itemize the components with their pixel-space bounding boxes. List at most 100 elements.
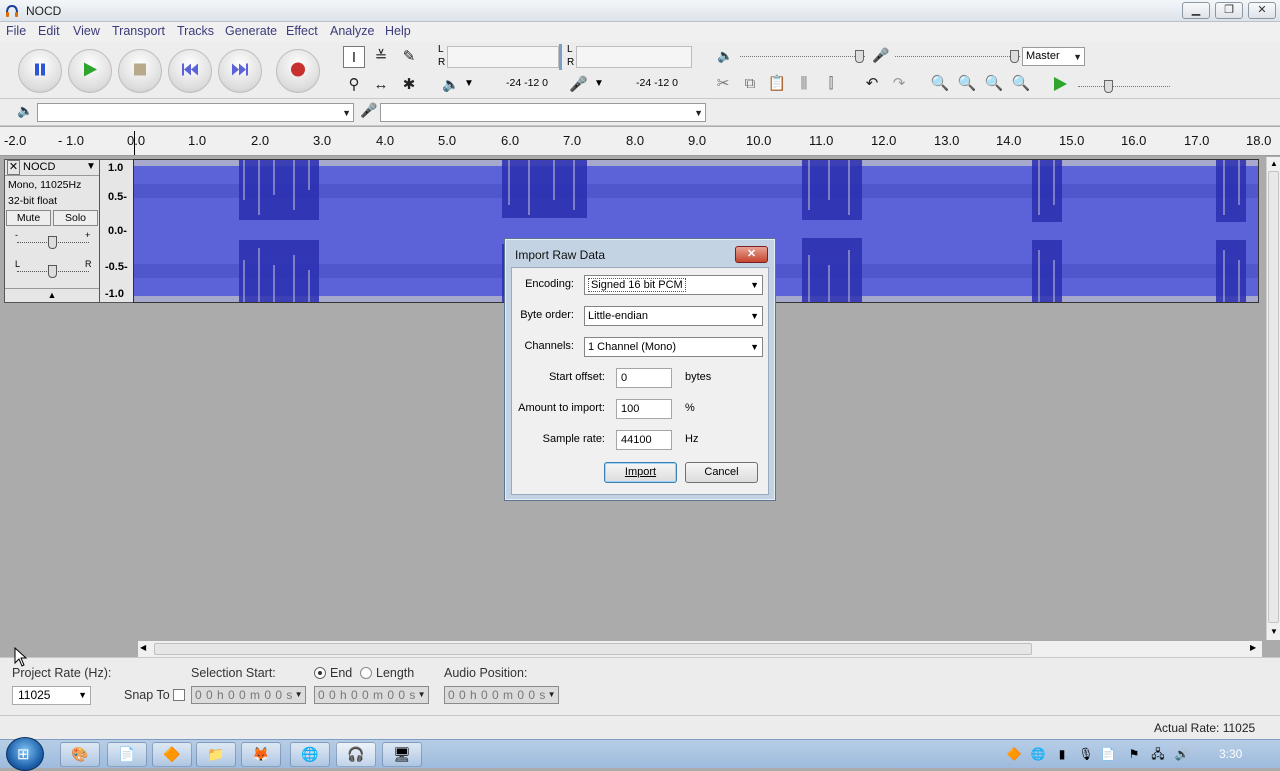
tray-green-icon[interactable]: ▮ (1054, 746, 1070, 762)
restore-button[interactable]: ❐ (1215, 2, 1243, 19)
audio-position-time[interactable]: 0 0 h 0 0 m 0 0 s ▼ (444, 686, 559, 704)
channels-select[interactable]: 1 Channel (Mono) ▼ (584, 337, 763, 357)
zoom-tool-icon[interactable]: ⚲ (343, 74, 365, 96)
horizontal-scrollbar[interactable]: ◀ ▶ (138, 641, 1262, 657)
scroll-right-icon[interactable]: ▶ (1250, 643, 1256, 652)
solo-button[interactable]: Solo (53, 210, 98, 226)
track-collapse-icon[interactable]: ▲ (5, 288, 99, 302)
tray-document-icon[interactable]: 📄 (1100, 746, 1116, 762)
taskbar-notepad[interactable]: 📄 (107, 742, 147, 767)
minimize-button[interactable]: ▁ (1182, 2, 1210, 19)
output-volume-slider[interactable] (740, 56, 865, 58)
input-volume-slider[interactable] (895, 56, 1020, 58)
close-button[interactable]: ✕ (1248, 2, 1276, 19)
play-at-speed-icon[interactable] (1052, 76, 1068, 95)
pan-slider-thumb[interactable] (48, 265, 57, 278)
taskbar-firefox[interactable]: 🦊 (241, 742, 281, 767)
start-button[interactable]: ⊞ (6, 737, 44, 771)
tray-network-globe-icon[interactable]: 🌐 (1030, 746, 1046, 762)
scroll-left-icon[interactable]: ◀ (140, 643, 146, 652)
tray-mic-icon[interactable]: 🎙 (1078, 746, 1094, 762)
menu-effect[interactable]: Effect (286, 24, 318, 38)
microphone-meter-icon[interactable]: 🎤 (569, 75, 588, 93)
skip-to-start-button[interactable] (168, 49, 212, 93)
gain-slider-thumb[interactable] (48, 236, 57, 249)
recording-meter[interactable] (576, 46, 692, 68)
timeline-ruler[interactable]: -2.0 - 1.0 0.0 1.0 2.0 3.0 4.0 5.0 6.0 7… (0, 127, 1280, 156)
menu-generate[interactable]: Generate (225, 24, 277, 38)
draw-tool-icon[interactable]: ✎ (398, 46, 420, 68)
menu-help[interactable]: Help (385, 24, 411, 38)
track-name[interactable]: NOCD (23, 161, 55, 173)
stop-button[interactable] (118, 49, 162, 93)
input-volume-thumb[interactable] (1010, 50, 1019, 63)
cut-icon[interactable]: ✂ (712, 73, 734, 95)
vertical-scroll-thumb[interactable] (1268, 171, 1279, 623)
menu-transport[interactable]: Transport (112, 24, 165, 38)
playback-meter[interactable] (447, 46, 559, 68)
tray-network-icon[interactable]: 🖧 (1150, 746, 1166, 762)
input-device-select[interactable]: ▼ (380, 103, 706, 122)
tray-volume-icon[interactable]: 🔊 (1174, 746, 1190, 762)
taskbar-clock[interactable]: 3:30 (1219, 747, 1242, 761)
taskbar-app-1[interactable]: 🎨 (60, 742, 100, 767)
vertical-scrollbar[interactable]: ▲ ▼ (1266, 157, 1280, 640)
menu-view[interactable]: View (73, 24, 100, 38)
record-meter-dropdown-icon[interactable]: ▼ (594, 78, 604, 89)
taskbar-audacity[interactable]: 🎧 (336, 742, 376, 767)
skip-to-end-button[interactable] (218, 49, 262, 93)
menu-analyze[interactable]: Analyze (330, 24, 374, 38)
cancel-button[interactable]: Cancel (685, 462, 758, 483)
tray-vlc-icon[interactable]: 🔶 (1006, 746, 1022, 762)
tray-flag-icon[interactable]: ⚑ (1126, 746, 1142, 762)
menu-file[interactable]: File (6, 24, 26, 38)
zoom-in-icon[interactable]: 🔍 (929, 73, 951, 95)
speaker-meter-icon[interactable]: 🔈 (442, 76, 459, 93)
sample-rate-input[interactable]: 44100 (616, 430, 672, 450)
start-offset-input[interactable]: 0 (616, 368, 672, 388)
audacity-app-icon[interactable] (4, 3, 20, 19)
time-shift-tool-icon[interactable]: ↔ (370, 74, 392, 96)
menu-tracks[interactable]: Tracks (177, 24, 214, 38)
byte-order-select[interactable]: Little-endian ▼ (584, 306, 763, 326)
scroll-down-icon[interactable]: ▼ (1270, 627, 1278, 636)
import-button[interactable]: Import (604, 462, 677, 483)
encoding-select[interactable]: Signed 16 bit PCM ▼ (584, 275, 763, 295)
length-radio[interactable] (360, 667, 372, 679)
snap-to-checkbox[interactable] (173, 689, 185, 701)
dialog-close-button[interactable]: ✕ (735, 246, 768, 263)
playback-meter-dropdown-icon[interactable]: ▼ (464, 78, 474, 89)
selection-tool-icon[interactable]: I (343, 46, 365, 68)
scroll-up-icon[interactable]: ▲ (1270, 159, 1278, 168)
play-button[interactable] (68, 49, 112, 93)
play-speed-slider[interactable] (1078, 86, 1170, 88)
silence-icon[interactable]: ⫿ (820, 73, 842, 95)
taskbar-vlc[interactable]: 🔶 (152, 742, 192, 767)
taskbar-explorer[interactable]: 📁 (196, 742, 236, 767)
fit-selection-icon[interactable]: 🔍 (983, 73, 1005, 95)
record-button[interactable] (276, 49, 320, 93)
play-speed-thumb[interactable] (1104, 80, 1113, 93)
mixer-device-select[interactable]: Master ▼ (1022, 47, 1085, 66)
zoom-out-icon[interactable]: 🔍 (956, 73, 978, 95)
redo-icon[interactable]: ↷ (888, 73, 910, 95)
copy-icon[interactable]: ⧉ (739, 73, 761, 95)
horizontal-scroll-thumb[interactable] (154, 643, 1032, 655)
trim-icon[interactable]: ⫼ (793, 73, 815, 95)
output-volume-thumb[interactable] (855, 50, 864, 63)
envelope-tool-icon[interactable]: ≚ (370, 46, 392, 68)
pause-button[interactable] (18, 49, 62, 93)
end-radio[interactable] (314, 667, 326, 679)
track-menu-chevron-icon[interactable]: ▼ (86, 161, 96, 172)
taskbar-app-terminal[interactable]: 🖥 (382, 742, 422, 767)
amount-to-import-input[interactable]: 100 (616, 399, 672, 419)
selection-start-time[interactable]: 0 0 h 0 0 m 0 0 s ▼ (191, 686, 306, 704)
project-rate-select[interactable]: 11025 ▼ (12, 686, 91, 705)
menu-edit[interactable]: Edit (38, 24, 60, 38)
track-close-icon[interactable]: ✕ (7, 160, 20, 175)
selection-end-time[interactable]: 0 0 h 0 0 m 0 0 s ▼ (314, 686, 429, 704)
multi-tool-icon[interactable]: ✱ (398, 74, 420, 96)
paste-icon[interactable]: 📋 (766, 73, 788, 95)
taskbar-app-globe[interactable]: 🌐 (290, 742, 330, 767)
mute-button[interactable]: Mute (6, 210, 51, 226)
